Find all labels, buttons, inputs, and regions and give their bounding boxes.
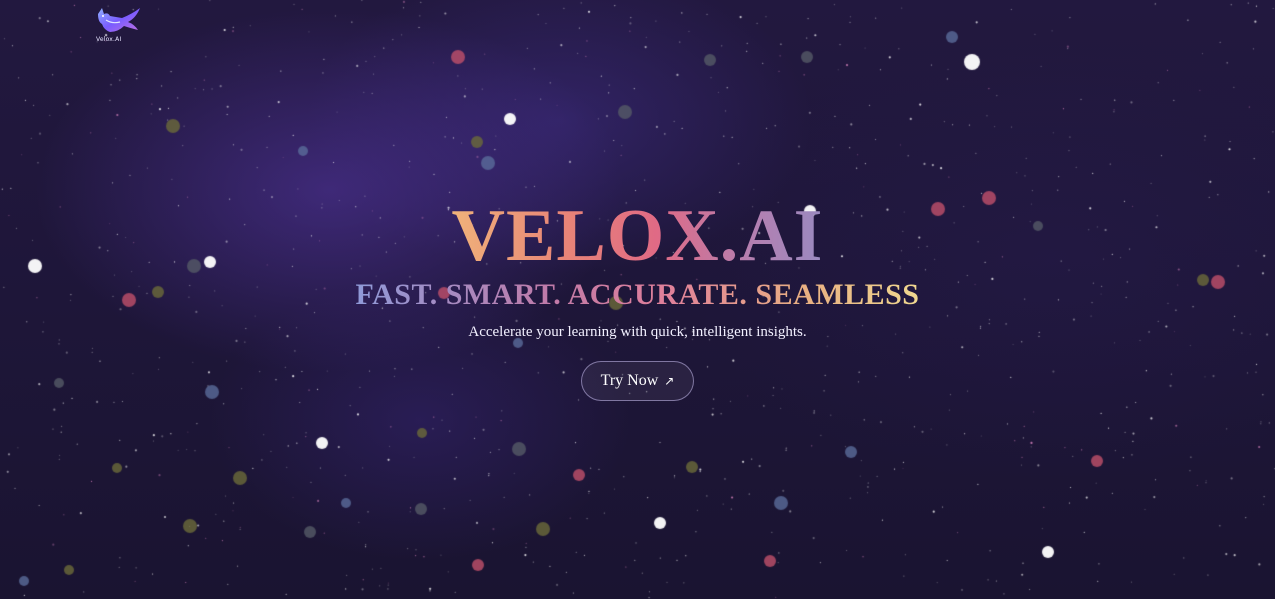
fox-icon xyxy=(98,8,140,32)
hero-section: VELOX.AI FAST. SMART. ACCURATE. SEAMLESS… xyxy=(0,194,1275,401)
hero-subtitle: Accelerate your learning with quick, int… xyxy=(468,324,807,340)
hero-title: VELOX.AI xyxy=(451,195,824,277)
arrow-up-right-icon: ↗ xyxy=(664,374,675,388)
logo-text: Velox.AI xyxy=(96,36,122,43)
hero-tagline: FAST. SMART. ACCURATE. SEAMLESS xyxy=(355,278,920,311)
try-now-button[interactable]: Try Now ↗ xyxy=(580,361,695,401)
try-now-label: Try Now xyxy=(600,372,659,389)
